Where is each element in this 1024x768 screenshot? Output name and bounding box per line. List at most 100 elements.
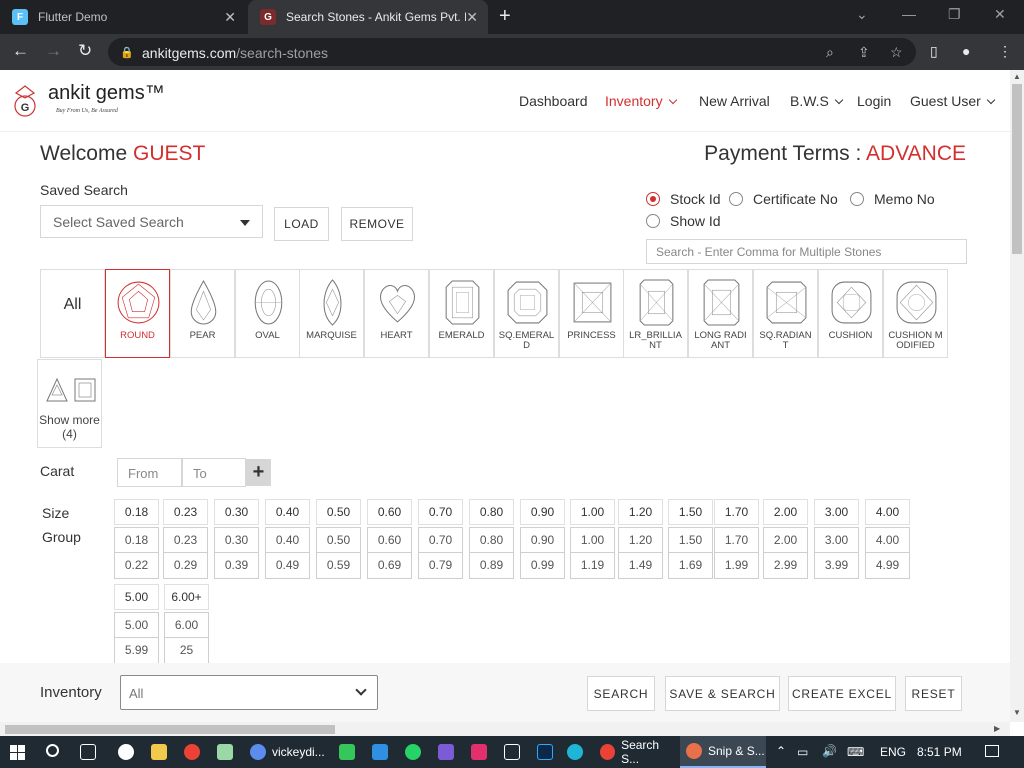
shape-pear[interactable]: PEAR	[170, 269, 235, 358]
size-group-button[interactable]: 0.40	[265, 499, 310, 525]
scroll-up-icon[interactable]: ▲	[1013, 72, 1021, 81]
menu-kebab-icon[interactable]: ⋮	[998, 43, 1012, 60]
size-to-input[interactable]: 0.89	[469, 553, 514, 579]
size-group-button[interactable]: 2.00	[763, 499, 808, 525]
shape-cushion-modified[interactable]: CUSHION MODIFIED	[883, 269, 948, 358]
size-group-button[interactable]: 6.00+	[164, 584, 209, 610]
task-view-icon[interactable]	[80, 744, 96, 760]
ankit-gems-logo-icon[interactable]: G	[12, 84, 38, 118]
shape-cushion[interactable]: CUSHION	[818, 269, 883, 358]
size-to-input[interactable]: 2.99	[763, 553, 808, 579]
shape-all[interactable]: All	[40, 269, 105, 358]
reload-icon[interactable]: ↻	[78, 41, 92, 61]
size-from-input[interactable]: 1.70	[714, 527, 759, 553]
size-to-input[interactable]: 0.29	[163, 553, 208, 579]
size-to-input[interactable]: 0.22	[114, 553, 159, 579]
shape-princess[interactable]: PRINCESS	[559, 269, 624, 358]
size-group-button[interactable]: 1.20	[618, 499, 663, 525]
vertical-scrollbar[interactable]: ▲ ▼	[1010, 70, 1024, 722]
taskbar-app-snip-sketch[interactable]: Snip & S...	[680, 736, 766, 768]
size-group-button[interactable]: 0.90	[520, 499, 565, 525]
vscode-icon[interactable]	[372, 744, 388, 760]
carat-to-input[interactable]: To	[182, 458, 246, 487]
scroll-right-icon[interactable]: ▶	[994, 724, 1000, 733]
keyboard-icon[interactable]: ⌨	[847, 745, 864, 759]
shape-lr-brilliant[interactable]: LR_BRILLIANT	[623, 269, 688, 358]
size-group-button[interactable]: 3.00	[814, 499, 859, 525]
profile-icon[interactable]: ●	[962, 43, 970, 59]
radio-show-id[interactable]: Show Id	[646, 213, 721, 229]
size-group-button[interactable]: 0.30	[214, 499, 259, 525]
size-from-input[interactable]: 5.00	[114, 612, 159, 638]
size-to-input[interactable]: 1.49	[618, 553, 663, 579]
notepad-icon[interactable]	[217, 744, 233, 760]
minimize-icon[interactable]: —	[902, 6, 916, 22]
size-to-input[interactable]: 0.39	[214, 553, 259, 579]
size-group-button[interactable]: 0.23	[163, 499, 208, 525]
size-from-input[interactable]: 1.00	[570, 527, 615, 553]
size-from-input[interactable]: 0.23	[163, 527, 208, 553]
shape-round[interactable]: ROUND	[105, 269, 170, 358]
vertical-scroll-thumb[interactable]	[1012, 84, 1022, 254]
size-from-input[interactable]: 6.00	[164, 612, 209, 638]
shape-heart[interactable]: HEART	[364, 269, 429, 358]
notifications-icon[interactable]	[985, 745, 999, 757]
save-and-search-button[interactable]: SAVE & SEARCH	[665, 676, 780, 711]
size-from-input[interactable]: 3.00	[814, 527, 859, 553]
size-group-button[interactable]: 0.60	[367, 499, 412, 525]
logo-name[interactable]: ankit gems™	[48, 82, 165, 105]
size-from-input[interactable]: 0.90	[520, 527, 565, 553]
stone-search-input[interactable]: Search - Enter Comma for Multiple Stones	[646, 239, 967, 264]
edge-icon[interactable]	[567, 744, 583, 760]
size-group-button[interactable]: 0.70	[418, 499, 463, 525]
create-excel-button[interactable]: CREATE EXCEL	[788, 676, 896, 711]
taskbar-search-icon[interactable]	[46, 744, 59, 757]
size-to-input[interactable]: 25	[164, 638, 209, 663]
tray-chevron-up-icon[interactable]: ⌃	[776, 744, 786, 758]
side-panel-icon[interactable]: ▯	[930, 43, 938, 60]
chrome-icon[interactable]	[184, 744, 200, 760]
network-icon[interactable]: ▭	[797, 745, 808, 759]
tab-search-stones[interactable]: G Search Stones - Ankit Gems Pvt. L ✕	[248, 0, 488, 34]
search-icon[interactable]: ⌕	[826, 44, 834, 61]
shape-marquise[interactable]: MARQUISE	[299, 269, 364, 358]
3d-box-icon[interactable]	[504, 744, 520, 760]
load-button[interactable]: LOAD	[274, 207, 329, 241]
size-to-input[interactable]: 3.99	[814, 553, 859, 579]
instagram-icon[interactable]	[471, 744, 487, 760]
carat-from-input[interactable]: From	[117, 458, 182, 487]
url-input[interactable]: 🔒 ankitgems.com/search-stones ⌕ ⇪ ☆	[108, 38, 916, 66]
reset-button[interactable]: RESET	[905, 676, 962, 711]
back-arrow-icon[interactable]: ←	[12, 41, 29, 61]
inventory-select[interactable]: All	[120, 675, 378, 710]
size-to-input[interactable]: 0.99	[520, 553, 565, 579]
photoshop-icon[interactable]	[537, 744, 553, 760]
show-more-shapes[interactable]: Show more (4)	[37, 359, 102, 448]
size-to-input[interactable]: 5.99	[114, 638, 159, 663]
nav-guest-user[interactable]: Guest User	[910, 93, 996, 109]
size-from-input[interactable]: 0.40	[265, 527, 310, 553]
nav-dashboard[interactable]: Dashboard	[519, 93, 588, 109]
radio-memo-no[interactable]: Memo No	[850, 191, 935, 207]
android-studio-icon[interactable]	[339, 744, 355, 760]
restore-icon[interactable]: ❐	[948, 6, 961, 23]
size-group-button[interactable]: 1.50	[668, 499, 713, 525]
size-to-input[interactable]: 0.49	[265, 553, 310, 579]
volume-icon[interactable]: 🔊	[822, 744, 837, 758]
size-to-input[interactable]: 0.79	[418, 553, 463, 579]
shape-emerald[interactable]: EMERALD	[429, 269, 494, 358]
size-from-input[interactable]: 0.18	[114, 527, 159, 553]
size-from-input[interactable]: 0.80	[469, 527, 514, 553]
size-to-input[interactable]: 1.99	[714, 553, 759, 579]
nav-bws[interactable]: B.W.S	[790, 93, 844, 109]
size-group-button[interactable]: 0.18	[114, 499, 159, 525]
shape-long-radiant[interactable]: LONG RADIANT	[688, 269, 753, 358]
size-from-input[interactable]: 0.30	[214, 527, 259, 553]
new-tab-button[interactable]: +	[499, 5, 511, 28]
carat-add-button[interactable]: +	[246, 459, 271, 486]
radio-stock-id[interactable]: Stock Id	[646, 191, 721, 207]
nav-login[interactable]: Login	[857, 93, 891, 109]
saved-search-select[interactable]: Select Saved Search	[40, 205, 263, 238]
size-to-input[interactable]: 1.69	[668, 553, 713, 579]
nav-new-arrival[interactable]: New Arrival	[699, 93, 770, 109]
